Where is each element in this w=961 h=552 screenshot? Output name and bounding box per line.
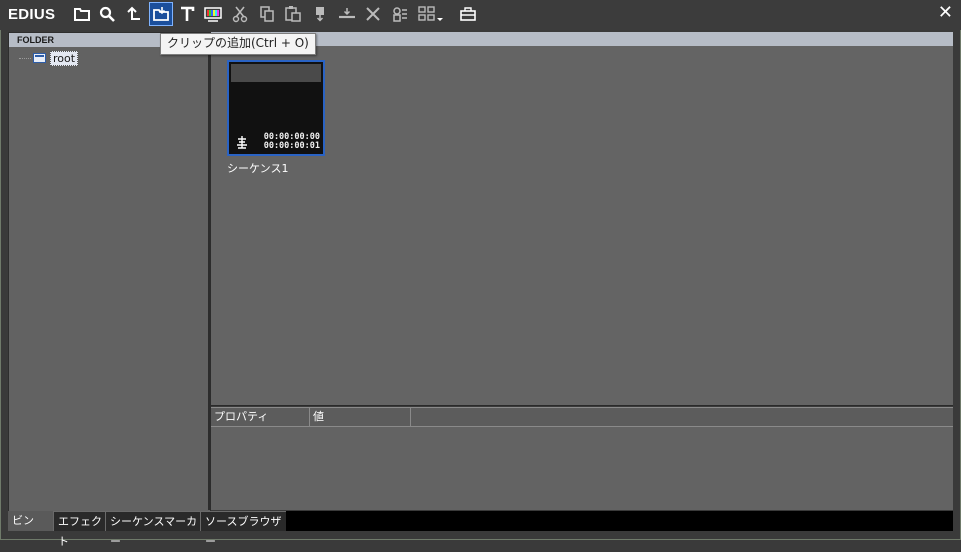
- properties-icon[interactable]: [389, 3, 411, 25]
- paste-icon[interactable]: [282, 3, 304, 25]
- property-pane: プロパティ 値: [211, 407, 953, 510]
- tree-item-root[interactable]: root: [19, 50, 79, 66]
- copy-icon[interactable]: [256, 3, 278, 25]
- add-to-timeline-icon[interactable]: [309, 3, 331, 25]
- sequence-icon: [237, 136, 247, 149]
- search-icon[interactable]: [96, 3, 118, 25]
- app-title: EDIUS: [8, 6, 56, 23]
- clip-view-header: [211, 32, 953, 46]
- tree-connector: [19, 57, 31, 59]
- up-level-icon[interactable]: [123, 3, 145, 25]
- delete-icon[interactable]: [362, 3, 384, 25]
- clip-timecode-out: 00:00:00:01: [263, 141, 320, 151]
- new-folder-icon[interactable]: [71, 3, 93, 25]
- clip-name: シーケンス1: [227, 162, 289, 175]
- property-header: プロパティ 値: [211, 407, 953, 427]
- close-icon[interactable]: ✕: [938, 2, 953, 23]
- add-clip-tooltip: クリップの追加(Ctrl + O): [160, 33, 316, 55]
- tab-sequence-marker[interactable]: シーケンスマーカー: [105, 511, 200, 548]
- bin-menu-icon[interactable]: [457, 3, 479, 25]
- add-clip-icon[interactable]: [149, 2, 173, 26]
- property-column-header[interactable]: プロパティ: [211, 408, 310, 426]
- tab-bin[interactable]: ビン: [8, 511, 53, 531]
- view-mode-icon[interactable]: [416, 3, 446, 25]
- folder-panel: FOLDER root: [8, 32, 211, 512]
- clip-thumbnail[interactable]: 00:00:00:00 00:00:00:01: [227, 60, 325, 156]
- folder-icon: [33, 53, 46, 63]
- clip-title-bar: [231, 64, 321, 82]
- color-bar-icon[interactable]: [202, 3, 224, 25]
- insert-icon[interactable]: [336, 3, 358, 25]
- title-icon[interactable]: [176, 3, 198, 25]
- cut-icon[interactable]: [229, 3, 251, 25]
- value-column-header[interactable]: 値: [310, 408, 411, 426]
- toolbar: EDIUS ✕: [0, 0, 961, 30]
- bottom-tab-bar: ビン エフェクト シーケンスマーカー ソースブラウザー: [8, 511, 953, 548]
- tree-item-label[interactable]: root: [50, 50, 79, 66]
- tab-effect[interactable]: エフェクト: [53, 511, 105, 548]
- tab-source-browser[interactable]: ソースブラウザー: [200, 511, 286, 548]
- clip-view: 00:00:00:00 00:00:00:01 シーケンス1: [211, 32, 953, 406]
